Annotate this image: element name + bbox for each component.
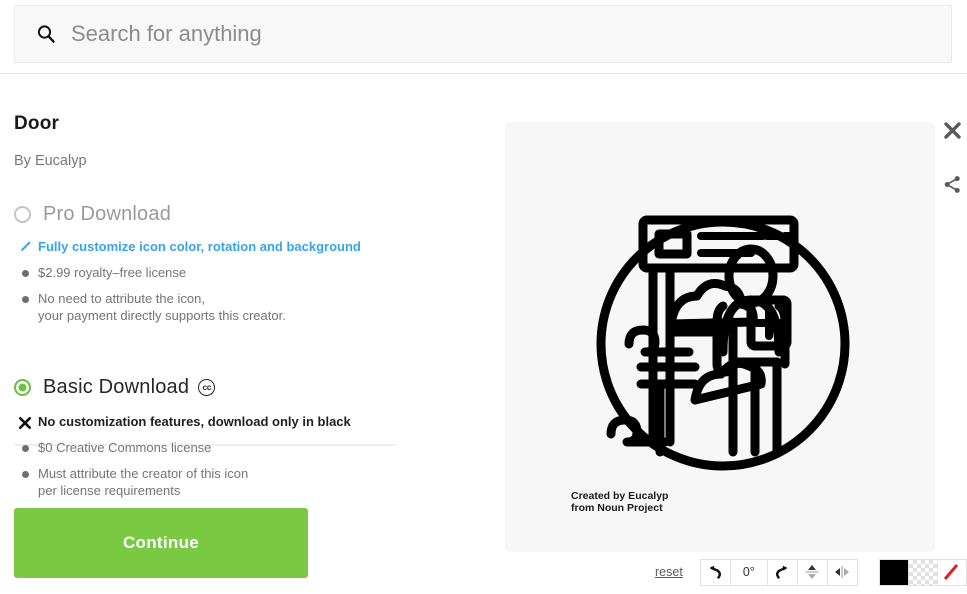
list-item: No need to attribute the icon, your paym… xyxy=(14,290,394,324)
icon-author: By Eucalyp xyxy=(14,153,87,169)
share-icon[interactable] xyxy=(940,172,964,196)
pro-option-header[interactable]: Pro Download xyxy=(14,203,394,226)
black-swatch[interactable] xyxy=(878,558,909,586)
pro-option-label: Pro Download xyxy=(43,203,172,225)
transparent-swatch[interactable] xyxy=(907,558,938,586)
pencil-icon xyxy=(14,238,36,253)
pro-feature-list: Fully customize icon color, rotation and… xyxy=(14,238,394,324)
search-bar[interactable] xyxy=(14,5,952,63)
download-options-panel: Door By Eucalyp Pro Download Fully custo… xyxy=(14,112,396,499)
flip-vertical-icon[interactable] xyxy=(796,558,828,586)
close-icon[interactable] xyxy=(940,118,964,142)
flip-horizontal-icon[interactable] xyxy=(826,558,858,586)
pro-feature-license: $2.99 royalty–free license xyxy=(38,265,187,280)
rotation-value-input[interactable]: 0° xyxy=(729,558,768,586)
bullet-icon xyxy=(14,439,36,452)
list-item: $2.99 royalty–free license xyxy=(14,264,394,281)
basic-download-option[interactable]: Basic Download cc No customization featu… xyxy=(14,376,394,499)
basic-option-label: Basic Download xyxy=(43,376,190,398)
x-icon xyxy=(14,413,36,430)
pro-download-option[interactable]: Pro Download Fully customize icon color,… xyxy=(14,203,394,324)
attribution-line-1: Created by Eucalyp xyxy=(571,490,669,502)
basic-feature-attribution: Must attribute the creator of this icon … xyxy=(38,466,249,498)
rotate-right-icon[interactable] xyxy=(766,558,798,586)
color-swatch-group xyxy=(878,558,967,586)
image-edit-toolbar: reset 0° xyxy=(655,556,967,588)
basic-feature-no-customization: No customization features, download only… xyxy=(38,414,351,429)
list-item: No customization features, download only… xyxy=(14,413,394,430)
rotate-left-icon[interactable] xyxy=(699,558,731,586)
pro-radio-button[interactable] xyxy=(14,206,31,223)
pro-feature-attribution: No need to attribute the icon, your paym… xyxy=(38,291,286,323)
bullet-icon xyxy=(14,264,36,277)
basic-feature-license: $0 Creative Commons license xyxy=(38,440,212,455)
creative-commons-icon: cc xyxy=(198,379,216,396)
pro-feature-customize: Fully customize icon color, rotation and… xyxy=(38,239,361,254)
list-item: Fully customize icon color, rotation and… xyxy=(14,238,394,255)
door-icon-artwork xyxy=(596,215,850,471)
basic-feature-list: No customization features, download only… xyxy=(14,413,394,499)
search-icon xyxy=(35,23,57,45)
icon-preview-panel: Created by Eucalyp from Noun Project xyxy=(505,122,935,552)
search-input[interactable] xyxy=(71,21,951,47)
rotation-value-text: 0° xyxy=(742,565,755,579)
attribution-line-2: from Noun Project xyxy=(571,502,663,514)
list-item: Must attribute the creator of this icon … xyxy=(14,465,394,499)
transform-button-group: 0° xyxy=(699,558,858,586)
basic-option-header[interactable]: Basic Download cc xyxy=(14,376,394,399)
side-action-icons xyxy=(940,118,964,196)
list-item: $0 Creative Commons license xyxy=(14,439,394,456)
reset-link[interactable]: reset xyxy=(655,565,683,579)
attribution-text: Created by Eucalyp from Noun Project xyxy=(571,490,668,514)
bullet-icon xyxy=(14,465,36,478)
page-title: Door xyxy=(14,113,60,134)
bullet-icon xyxy=(14,290,36,303)
icon-download-page: Door By Eucalyp Pro Download Fully custo… xyxy=(0,0,967,594)
basic-radio-button[interactable] xyxy=(14,379,31,396)
site-header xyxy=(0,0,967,74)
no-color-swatch[interactable] xyxy=(936,558,967,586)
continue-button[interactable]: Continue xyxy=(14,508,308,578)
